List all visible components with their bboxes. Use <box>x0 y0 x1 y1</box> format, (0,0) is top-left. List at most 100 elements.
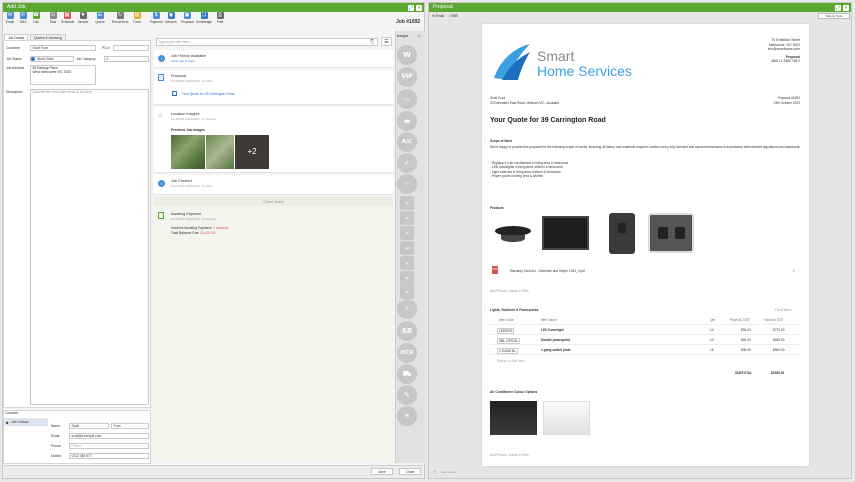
badge-sign[interactable]: ✎ <box>397 385 417 405</box>
badge-hand[interactable]: ☞ <box>397 174 417 194</box>
warranty-file-link[interactable]: Warranty Card AU - Domestic and Skyfer 1… <box>510 269 585 273</box>
aircon-black-image[interactable] <box>490 401 537 435</box>
tab-job-details[interactable]: Job Details <box>4 34 29 40</box>
email-tab[interactable]: ✉ Email <box>432 14 444 18</box>
badge-card[interactable]: ▭ <box>397 89 417 109</box>
row-code[interactable]: 2-GANG BL <box>497 348 519 354</box>
aircon-add-media[interactable]: Add Photos, Videos & Files <box>490 453 529 457</box>
badge-square-1[interactable]: ▤ <box>400 196 414 210</box>
note-options-icon[interactable]: ☰ <box>381 37 392 46</box>
table-row[interactable]: LED9075 LED Downlight 14 $55.00 $770.00 <box>490 325 800 335</box>
lights-title: Lights, Switches & Powerpoints <box>490 308 539 312</box>
badge-truck[interactable]: ⛟ <box>397 364 417 384</box>
job-status-select[interactable]: Work Order <box>30 56 74 62</box>
contact-phone[interactable]: Phone <box>69 443 149 449</box>
save-button[interactable]: Save <box>371 468 393 475</box>
proposal-link[interactable]: Your Quote for 39 Carrington Road <box>182 92 234 96</box>
product-downlight-image[interactable] <box>491 216 536 252</box>
badge-hcv[interactable]: HCV <box>397 343 417 363</box>
job-address-field[interactable]: 59 Railway Place West Melbourne VIC 3003 <box>30 65 96 85</box>
contact-email[interactable]: scott@example.com <box>69 433 149 439</box>
table-row[interactable]: 2-GANG BL 2-gang switch plate 16 $35.00 … <box>490 345 800 355</box>
description-textarea[interactable]: Describe the work that needs to be done <box>30 89 149 405</box>
description-label: Description <box>6 90 23 94</box>
form-button[interactable]: ▤ Form <box>131 12 143 24</box>
drag-handle-icon[interactable]: ⋮ <box>484 308 488 312</box>
drag-handle-icon[interactable]: ⋮ <box>484 139 488 143</box>
aircon-white-image[interactable] <box>543 401 590 435</box>
job-note-input[interactable]: Type a job note here... <box>156 38 378 46</box>
product-switch-image[interactable] <box>609 213 635 254</box>
maximize-icon[interactable]: ⤢ <box>408 4 414 11</box>
side-by-side-button[interactable]: Side by Side <box>818 13 850 19</box>
service-button[interactable]: ✚ Service <box>77 12 89 24</box>
payment-button[interactable]: $ Payment <box>150 12 163 24</box>
badge-square-7[interactable]: ▤ <box>400 285 414 299</box>
badges-label: Badges <box>397 34 409 38</box>
print-button[interactable]: ⎙ Print <box>214 12 226 24</box>
badge-check[interactable]: ✓ <box>397 153 417 173</box>
badge-plug[interactable]: ⚡ <box>397 299 417 319</box>
contacts-header: Contacts <box>5 411 19 415</box>
products-add-media[interactable]: Add Photos, Videos & Files <box>490 289 529 293</box>
sms-button[interactable]: ✆ SMS <box>17 12 29 24</box>
badge-square-4[interactable]: ▤ <box>400 241 414 255</box>
more-images[interactable]: +2 <box>235 135 269 169</box>
search-add-item-input[interactable]: Search or Add Item... <box>497 359 527 363</box>
badge-w[interactable]: W <box>397 45 417 65</box>
network-button[interactable]: ◉ Network <box>165 12 177 24</box>
row-qty[interactable]: 14 <box>710 328 714 332</box>
job-category-select[interactable]: 0 <box>104 56 149 62</box>
badge-square-6[interactable]: ▤ <box>400 271 414 285</box>
invoices-awaiting-value[interactable]: 2 Invoices <box>213 226 228 230</box>
attach-icon[interactable]: ⎘ <box>370 39 374 45</box>
row-code[interactable]: DBL-GPO-BL <box>497 338 521 344</box>
call-button[interactable]: ☎ Call <box>30 12 42 24</box>
schedule-button[interactable]: ▦ Schedule <box>61 12 74 24</box>
badge-square-3[interactable]: ▤ <box>400 226 414 240</box>
product-powerpoint-image[interactable] <box>648 213 694 253</box>
drag-handle-icon[interactable]: ⋮ <box>484 206 488 210</box>
email-label: Email <box>6 20 14 24</box>
job-image-1[interactable] <box>171 135 205 169</box>
recurrence-button[interactable]: ↻ Recurrence <box>112 12 128 24</box>
contact-mobile[interactable]: 0412 345 677 <box>69 453 149 459</box>
form-label: Form <box>133 20 141 24</box>
knowledge-button[interactable]: ❑ Knowledge <box>196 12 212 24</box>
drag-handle-icon[interactable]: ⋮ <box>484 390 488 394</box>
job-contact-item[interactable]: Job Contact <box>4 418 48 426</box>
badge-vip[interactable]: VIP <box>397 67 417 87</box>
email-button[interactable]: ✉ Email <box>4 12 16 24</box>
contact-last-name[interactable]: Foxx <box>111 423 149 429</box>
fixed-items-toggle[interactable]: Fixed Items <box>775 308 791 312</box>
badge-square-5[interactable]: ▤ <box>400 256 414 270</box>
badge-bulb[interactable]: ☀ <box>397 406 417 426</box>
customer-field[interactable]: Scott Foxx <box>30 45 96 51</box>
close-button[interactable]: Close <box>399 468 421 475</box>
queue-button[interactable]: ☰ Queue <box>94 12 106 24</box>
badge-money[interactable]: ▬ <box>397 111 417 131</box>
balance-due-value: $1,430.00 <box>200 231 216 235</box>
product-panel-image[interactable] <box>542 216 589 250</box>
badge-sb[interactable]: SB <box>397 321 417 341</box>
badge-ac[interactable]: A/C <box>397 132 417 152</box>
task-button[interactable]: ☑ Task <box>47 12 59 24</box>
po-field[interactable] <box>113 45 149 51</box>
table-row[interactable]: DBL-GPO-BL Double powerpoint 10 $65.00 $… <box>490 335 800 345</box>
timeline-history[interactable]: i Job History Available Click here to vi… <box>154 50 393 68</box>
tab-quotes-invoicing[interactable]: Quotes & Invoicing <box>30 34 66 40</box>
proposal-button[interactable]: ▣ Proposal <box>181 12 194 24</box>
close-icon[interactable]: ✕ <box>843 4 849 11</box>
close-icon[interactable]: ✕ <box>416 4 422 11</box>
maximize-icon[interactable]: ⤢ <box>835 4 841 11</box>
contact-first-name[interactable]: Scott <box>69 423 109 429</box>
badges-collapse-icon[interactable]: « <box>418 34 420 38</box>
sms-tab[interactable]: ▪ SMS <box>449 14 458 18</box>
row-qty[interactable]: 10 <box>710 338 714 342</box>
row-qty[interactable]: 16 <box>710 348 714 352</box>
remove-file-icon[interactable]: ✕ <box>792 268 795 273</box>
job-image-2[interactable] <box>206 135 234 169</box>
history-link[interactable]: Click here to view <box>171 59 195 63</box>
badge-square-2[interactable]: ▤ <box>400 211 414 225</box>
row-code[interactable]: LED9075 <box>497 328 515 334</box>
